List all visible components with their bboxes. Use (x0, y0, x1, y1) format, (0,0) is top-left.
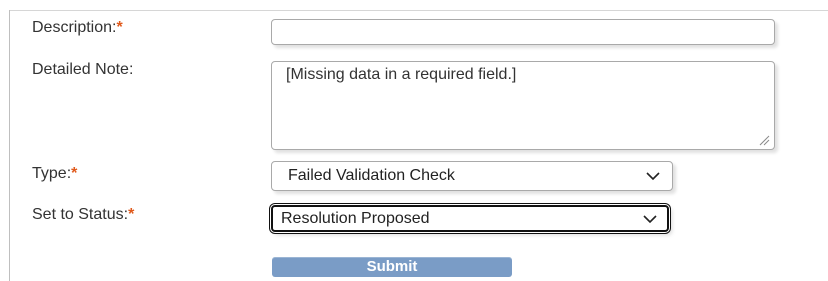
type-select[interactable]: Failed Validation Check (271, 161, 673, 191)
status-label: Set to Status:* (32, 206, 134, 224)
form-panel: Description:* Detailed Note: Type:* Fail… (0, 0, 828, 281)
detailed-note-label-text: Detailed Note: (32, 61, 134, 78)
detailed-note-label: Detailed Note: (32, 61, 133, 79)
description-input[interactable] (271, 19, 775, 45)
type-selected-value: Failed Validation Check (288, 167, 455, 184)
panel-border-left (9, 10, 10, 281)
required-asterisk: * (71, 165, 78, 182)
type-label: Type:* (32, 165, 77, 183)
detailed-note-textarea[interactable] (271, 61, 775, 150)
status-select[interactable]: Resolution Proposed (270, 204, 670, 233)
panel-border-top (9, 10, 828, 11)
resize-grip-icon[interactable] (758, 134, 770, 146)
type-label-text: Type: (32, 165, 72, 182)
chevron-down-icon (643, 214, 657, 223)
required-asterisk: * (128, 206, 135, 223)
chevron-down-icon (646, 172, 660, 181)
description-label-text: Description: (32, 19, 117, 36)
description-label: Description:* (32, 19, 123, 37)
status-selected-value: Resolution Proposed (281, 209, 430, 227)
status-label-text: Set to Status: (32, 206, 129, 223)
submit-button[interactable]: Submit (272, 257, 512, 277)
required-asterisk: * (116, 19, 123, 36)
